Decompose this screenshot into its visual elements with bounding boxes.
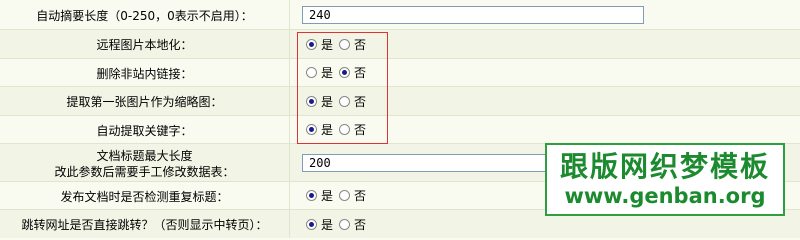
auto-keywords-yes-radio[interactable] [306,124,317,135]
first-image-thumb-yes-radio[interactable] [306,95,317,107]
watermark-title: 跟版网织梦模板 [559,149,770,183]
setting-row-auto-keywords: 自动提取关键字： 是 否 [0,116,800,144]
setting-row-summary-length: 自动摘要长度（0-250，0表示不启用）： 240 [0,0,800,30]
auto-keywords-no-option[interactable]: 否 [339,121,366,138]
remove-links-yes-option[interactable]: 是 [306,64,333,81]
first-image-thumb-radio-group: 是 否 [302,93,366,110]
remove-links-no-radio[interactable] [339,67,351,78]
title-max-length-label-line1: 文档标题最大长度 [96,148,193,163]
direct-redirect-no-option[interactable]: 否 [339,216,366,233]
auto-keywords-label: 自动提取关键字： [0,116,290,143]
title-max-length-input[interactable]: 200 [302,153,562,172]
duplicate-title-check-no-option[interactable]: 否 [339,187,366,204]
direct-redirect-no-radio[interactable] [339,218,351,230]
direct-redirect-yes-option[interactable]: 是 [306,216,333,233]
title-max-length-label: 文档标题最大长度 改此参数后需要手工修改数据表： [0,144,290,181]
auto-keywords-yes-option[interactable]: 是 [306,121,333,138]
remove-links-yes-radio[interactable] [306,67,317,78]
duplicate-title-check-radio-group: 是 否 [302,187,366,204]
first-image-thumb-no-radio[interactable] [339,95,351,107]
setting-row-remove-links: 删除非站内链接： 是 否 [0,59,800,87]
title-max-length-label-line2: 改此参数后需要手工修改数据表： [54,164,235,179]
remote-images-yes-radio[interactable] [306,38,317,50]
summary-length-input[interactable]: 240 [302,5,644,24]
duplicate-title-check-yes-option[interactable]: 是 [306,187,333,204]
first-image-thumb-label: 提取第一张图片作为缩略图： [0,87,290,115]
remove-links-no-option[interactable]: 否 [339,64,366,81]
remote-images-yes-option[interactable]: 是 [306,36,333,53]
auto-keywords-no-radio[interactable] [339,124,351,135]
remote-images-radio-group: 是 否 [302,36,366,53]
watermark: 跟版网织梦模板 www.genban.org [545,143,785,216]
remote-images-no-radio[interactable] [339,38,351,50]
first-image-thumb-yes-option[interactable]: 是 [306,93,333,110]
first-image-thumb-no-option[interactable]: 否 [339,93,366,110]
direct-redirect-label: 跳转网址是否直接跳转？（否则显示中转页）： [0,210,290,238]
duplicate-title-check-label: 发布文档时是否检测重复标题： [0,182,290,209]
setting-row-remote-images: 远程图片本地化： 是 否 [0,30,800,59]
watermark-url: www.genban.org [564,183,766,208]
duplicate-title-check-no-radio[interactable] [339,190,351,201]
remove-links-radio-group: 是 否 [302,64,366,81]
auto-keywords-radio-group: 是 否 [302,121,366,138]
direct-redirect-yes-radio[interactable] [306,218,317,230]
remote-images-no-option[interactable]: 否 [339,36,366,53]
summary-length-label: 自动摘要长度（0-250，0表示不启用）： [0,0,290,29]
remove-links-label: 删除非站内链接： [0,59,290,86]
remote-images-label: 远程图片本地化： [0,30,290,58]
direct-redirect-radio-group: 是 否 [302,216,366,233]
duplicate-title-check-yes-radio[interactable] [306,190,317,201]
setting-row-first-image-thumb: 提取第一张图片作为缩略图： 是 否 [0,87,800,116]
